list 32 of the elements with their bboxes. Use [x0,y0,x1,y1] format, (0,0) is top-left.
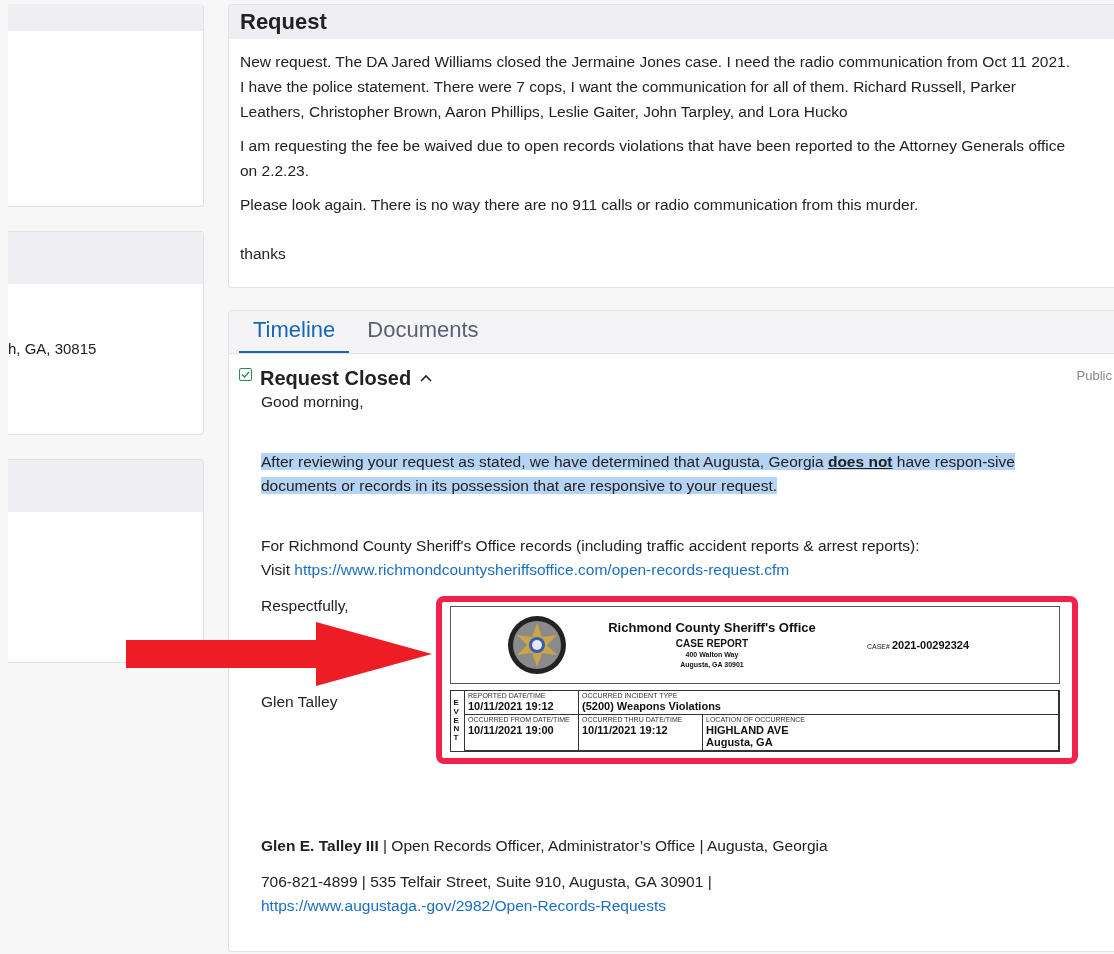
address-text: h, GA, 30815 [8,340,98,357]
greeting-text: Good morning, [261,392,365,412]
request-text: thanks [240,244,287,264]
request-text: New request. The DA Jared Williams closed the Jermaine Jones case. I need the radio communication from Oct 11 2021. I have the police statement. There were 7 cops, I want the communication for all of them. Richard Russell, Parker Leathers, Christopher Brown, Aaron Phillips, Leslie Gaiter, John Tarpley, and Lora Hucko [240,52,1070,122]
caret-icon[interactable] [419,373,434,383]
field-value: HIGHLAND AVE Augusta, GA [706,723,790,749]
signer-text: Glen Talley [261,692,339,712]
field-value: 10/11/2021 19:00 [468,723,555,737]
report-title: CASE REPORT [675,637,749,650]
tab[interactable]: Documents [353,309,493,353]
badge-icon [507,615,567,675]
website-link[interactable]: https://www.augustaga.-gov/2982/Open-Records-Requests [261,897,666,914]
tab[interactable]: Timeline [239,309,350,353]
body-text: After reviewing your request as stated, we have determined that Augusta, Georgia does not have respon-sive documents or records in its possession that are responsive to your request. [261,452,1016,496]
arrow-icon [126,622,432,686]
case-number: 2021-00292324 [891,638,969,652]
sheriff-link[interactable]: https://www.richmondcountysheriffsoffice.com/open-records-request.cfm [294,561,790,578]
field-value: (5200) Weapons Violations [582,700,722,713]
entry-title: Request Closed [260,366,412,390]
closing-text: Respectfully, [261,596,350,616]
field-value: 10/11/2021 19:12 [582,723,669,737]
agency-name: Richmond County Sheriff's Office [608,620,816,636]
card-title: Request [240,8,327,36]
body-text: Visit https://www.richmondcountysheriffsoffice.com/open-records-request.cfm [261,560,791,580]
body-text: For Richmond County Sheriff's Office records (including traffic accident reports & arrest reports): [261,536,921,556]
contact-text: 706-821-4899 | 535 Telfair Street, Suite 910, Augusta, GA 30901 | https://www.augustaga.-gov/2982/Open-Records-Requests [261,872,713,916]
request-text: I am requesting the fee be waived due to open records violations that have been reported to the Attorney Generals office on 2.2.23. [240,136,1067,181]
signature-text: Glen E. Talley III | Open Records Officer, Administrator’s Office | Augusta, Georgia [261,836,829,856]
field-value: 10/11/2021 19:12 [468,700,555,713]
visibility-label: Public [1076,367,1112,385]
request-text: Please look again. There is no way there are no 911 calls or radio communication from this murder. [240,195,920,215]
section-label: EVENT [453,699,461,743]
